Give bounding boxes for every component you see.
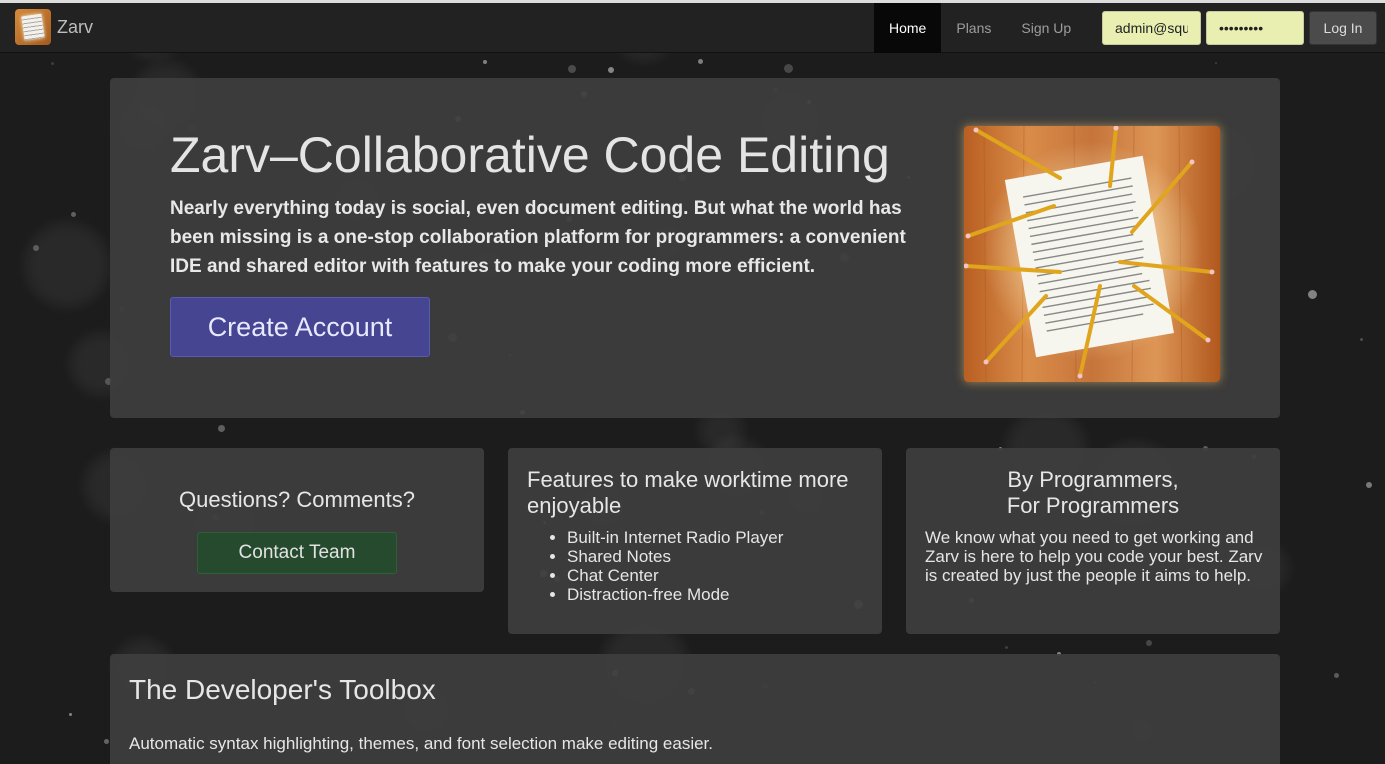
toolbox-panel: The Developer's Toolbox Automatic syntax…: [110, 654, 1280, 764]
programmers-card: By Programmers, For Programmers We know …: [906, 448, 1280, 634]
star-dot: [69, 713, 72, 716]
toolbox-title: The Developer's Toolbox: [129, 674, 436, 705]
programmers-title-line2: For Programmers: [1006, 493, 1180, 518]
programmers-title-line1: By Programmers,: [1007, 467, 1179, 492]
brand-name: Zarv: [57, 16, 93, 37]
star-dot: [1005, 646, 1008, 649]
star-dot: [71, 212, 76, 217]
login-form: Log In: [1102, 11, 1377, 45]
questions-title: Questions? Comments?: [179, 487, 415, 512]
navbar: Zarv Home Plans Sign Up Log In: [0, 3, 1385, 53]
log-in-button[interactable]: Log In: [1309, 11, 1377, 45]
nav-sign-up[interactable]: Sign Up: [1006, 3, 1086, 53]
toolbox-text: Automatic syntax highlighting, themes, a…: [129, 734, 714, 753]
nav-links: Home Plans Sign Up: [874, 3, 1086, 53]
questions-card: Questions? Comments? Contact Team: [110, 448, 484, 592]
hero-description: Nearly everything today is social, even …: [170, 198, 906, 277]
list-item: Shared Notes: [567, 547, 783, 566]
star-dot: [1308, 290, 1317, 299]
brand[interactable]: Zarv: [15, 9, 93, 45]
password-field[interactable]: [1206, 11, 1304, 45]
star-dot: [483, 60, 487, 64]
star-dot: [1366, 482, 1372, 488]
brand-logo-icon: [15, 9, 51, 45]
nav-home[interactable]: Home: [874, 3, 942, 53]
bokeh-glow: [25, 223, 109, 307]
star-dot: [33, 245, 39, 251]
programmers-title: By Programmers, For Programmers: [906, 467, 1280, 519]
features-list: Built-in Internet Radio Player Shared No…: [567, 528, 783, 604]
hero-panel: Zarv–Collaborative Code Editing Nearly e…: [110, 78, 1280, 418]
star-dot: [1146, 640, 1152, 646]
email-field[interactable]: [1102, 11, 1201, 45]
star-dot: [1215, 62, 1217, 64]
contact-team-button[interactable]: Contact Team: [197, 532, 397, 574]
list-item: Built-in Internet Radio Player: [567, 528, 783, 547]
star-dot: [698, 59, 703, 64]
star-dot: [51, 62, 54, 65]
star-dot: [608, 67, 614, 73]
list-item: Chat Center: [567, 566, 783, 585]
star-dot: [1360, 338, 1363, 341]
list-item: Distraction-free Mode: [567, 585, 783, 604]
hero-title: Zarv–Collaborative Code Editing: [170, 127, 890, 183]
star-dot: [218, 425, 225, 432]
document-pencils-image: [964, 126, 1220, 382]
star-dot: [104, 739, 109, 744]
programmers-text: We know what you need to get working and…: [925, 528, 1263, 585]
star-dot: [568, 65, 576, 73]
star-dot: [784, 64, 793, 73]
features-card: Features to make worktime more enjoyable…: [508, 448, 882, 634]
star-dot: [1334, 673, 1339, 678]
create-account-button[interactable]: Create Account: [170, 297, 430, 357]
nav-plans[interactable]: Plans: [941, 3, 1006, 53]
features-title: Features to make worktime more enjoyable: [527, 467, 849, 518]
